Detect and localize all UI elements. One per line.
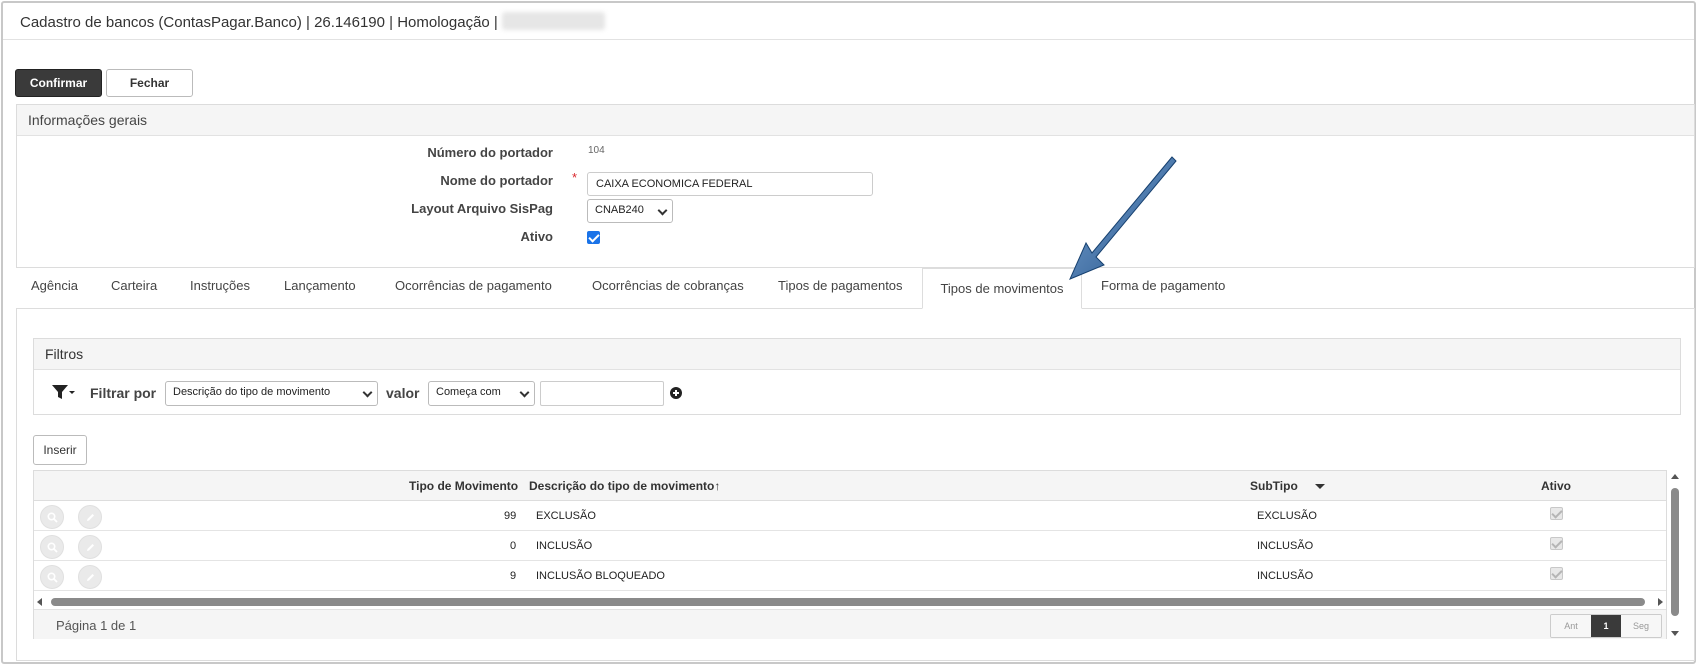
cell-subtipo: INCLUSÃO [1257,540,1314,552]
layout-select-value: CNAB240 [595,204,644,216]
filters-heading: Filtros [34,339,1680,370]
layout-label: Layout Arquivo SisPag [411,201,553,216]
tab-tipos-pagamentos[interactable]: Tipos de pagamentos [778,278,903,293]
search-icon [47,542,58,553]
pencil-icon [87,574,94,581]
edit-button[interactable] [78,535,102,559]
column-header-descricao[interactable]: Descrição do tipo de movimento↑ [529,479,720,493]
scroll-down-icon[interactable] [1671,631,1679,636]
filter-value-input[interactable] [540,381,664,406]
cell-tipo: 0 [510,540,517,552]
confirm-button[interactable]: Confirmar [15,69,102,97]
required-marker: * [572,170,578,185]
search-icon [47,512,58,523]
pencil-icon [87,514,94,521]
redacted-user-field [501,12,605,30]
grid-footer: Página 1 de 1 Ant 1 Seg [34,609,1666,639]
portador-number-value: 104 [588,145,605,156]
tab-agencia[interactable]: Agência [31,278,78,293]
tab-tipos-movimentos[interactable]: Tipos de movimentos [922,268,1082,309]
layout-select[interactable]: CNAB240 [587,199,673,223]
pagination: Ant 1 Seg [1550,614,1662,638]
current-page-button[interactable]: 1 [1591,615,1621,637]
pencil-icon [87,544,94,551]
general-info-heading: Informações gerais [17,105,1694,136]
cell-subtipo: INCLUSÃO [1257,570,1314,582]
filter-by-label: Filtrar por [90,385,157,401]
portador-name-input[interactable]: CAIXA ECONOMICA FEDERAL [587,172,873,196]
active-checkbox[interactable] [587,231,600,244]
chevron-down-icon [657,205,668,216]
edit-button[interactable] [78,505,102,529]
view-button[interactable] [40,565,64,589]
tab-instrucoes[interactable]: Instruções [190,278,250,293]
sort-dropdown-icon[interactable] [1315,484,1326,489]
filter-operator-value: Começa com [436,386,501,398]
portador-number-label: Número do portador [427,145,553,160]
grid-header: Tipo de Movimento Descrição do tipo de m… [34,471,1666,501]
cell-tipo: 9 [510,570,517,582]
tab-ocorrencias-pagamento[interactable]: Ocorrências de pagamento [395,278,552,293]
cell-ativo-checkbox [1550,567,1563,580]
prev-page-button[interactable]: Ant [1551,615,1591,637]
cell-descricao: INCLUSÃO BLOQUEADO [536,570,665,582]
view-button[interactable] [40,535,64,559]
filter-field-value: Descrição do tipo de movimento [173,386,331,398]
window-title: Cadastro de bancos (ContasPagar.Banco) |… [20,12,605,31]
vertical-scroll-thumb[interactable] [1671,488,1679,616]
scroll-right-icon[interactable] [1658,598,1663,606]
cell-ativo-checkbox [1550,507,1563,520]
close-button[interactable]: Fechar [106,69,193,97]
column-header-tipo[interactable]: Tipo de Movimento [409,479,518,493]
filter-operator-select[interactable]: Começa com [428,381,535,406]
general-info-panel: Informações gerais Número do portador 10… [16,104,1695,268]
next-page-button[interactable]: Seg [1621,615,1661,637]
table-row[interactable]: 99 EXCLUSÃO EXCLUSÃO [34,501,1666,531]
scroll-up-icon[interactable] [1671,474,1679,479]
cell-tipo: 99 [504,510,517,522]
cell-subtipo: EXCLUSÃO [1257,510,1317,522]
vertical-scrollbar[interactable] [1669,470,1681,640]
window-title-text: Cadastro de bancos (ContasPagar.Banco) |… [20,14,498,31]
column-header-subtipo[interactable]: SubTipo [1250,479,1326,493]
chevron-down-icon [362,387,373,398]
insert-button[interactable]: Inserir [33,435,87,465]
title-bar: Cadastro de bancos (ContasPagar.Banco) |… [3,3,1694,40]
filter-icon[interactable] [51,384,75,405]
movement-types-grid: Tipo de Movimento Descrição do tipo de m… [33,470,1667,639]
table-row[interactable]: 9 INCLUSÃO BLOQUEADO INCLUSÃO [34,561,1666,591]
horizontal-scrollbar[interactable] [34,595,1666,609]
column-header-ativo[interactable]: Ativo [1541,479,1571,493]
add-filter-icon[interactable] [670,387,682,399]
tab-ocorrencias-cobrancas[interactable]: Ocorrências de cobranças [592,278,744,293]
column-header-descricao-label: Descrição do tipo de movimento [529,479,715,493]
scroll-left-icon[interactable] [37,598,42,606]
edit-button[interactable] [78,565,102,589]
tab-carteira[interactable]: Carteira [111,278,157,293]
filter-field-select[interactable]: Descrição do tipo de movimento [165,381,378,406]
chevron-down-icon [519,387,530,398]
active-label: Ativo [520,229,554,244]
portador-name-label: Nome do portador [440,173,553,188]
cell-descricao: EXCLUSÃO [536,510,596,522]
sort-ascending-icon: ↑ [714,479,721,493]
cell-ativo-checkbox [1550,537,1563,550]
page-info: Página 1 de 1 [56,618,137,633]
callout-arrow-icon [1069,156,1177,280]
window-frame: Cadastro de bancos (ContasPagar.Banco) |… [1,1,1696,664]
search-icon [47,572,58,583]
view-button[interactable] [40,505,64,529]
column-header-subtipo-label: SubTipo [1250,479,1298,493]
value-label: valor [386,385,420,401]
horizontal-scroll-thumb[interactable] [51,598,1645,606]
cell-descricao: INCLUSÃO [536,540,593,552]
tab-lancamento[interactable]: Lançamento [284,278,356,293]
table-row[interactable]: 0 INCLUSÃO INCLUSÃO [34,531,1666,561]
